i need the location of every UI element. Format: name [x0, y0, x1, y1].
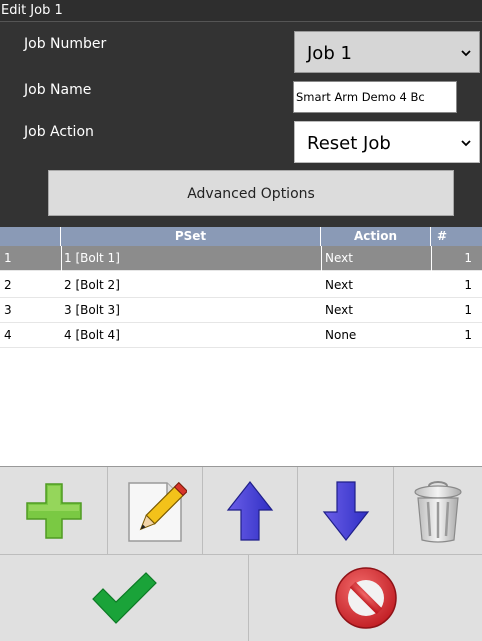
row-count: 1: [464, 303, 472, 317]
row-action: Next: [325, 251, 353, 265]
job-action-label: Job Action: [24, 124, 94, 140]
confirm-button[interactable]: [0, 555, 249, 641]
confirm-check-icon: [92, 572, 157, 624]
delete-button[interactable]: [394, 467, 482, 554]
row-count: 1: [464, 328, 472, 342]
row-action: None: [325, 328, 357, 342]
chevron-down-icon: [461, 140, 471, 147]
row-index: 1: [4, 251, 12, 265]
column-divider: [61, 246, 62, 271]
job-form: Job Number Job 1 Job Name Smart Arm Demo…: [0, 22, 482, 227]
cancel-button[interactable]: [249, 555, 482, 641]
row-index: 3: [4, 303, 12, 317]
edit-button[interactable]: [108, 467, 203, 554]
row-index: 2: [4, 278, 12, 292]
edit-toolbar: [0, 467, 482, 554]
column-header-index[interactable]: [0, 227, 61, 246]
add-button[interactable]: [0, 467, 108, 554]
table-row[interactable]: 4 4 [Bolt 4] None 1: [0, 323, 482, 348]
move-down-arrow-icon: [322, 480, 369, 541]
row-index: 4: [4, 328, 12, 342]
table-row[interactable]: 1 1 [Bolt 1] Next 1: [0, 246, 482, 271]
add-icon: [25, 482, 82, 539]
job-number-value: Job 1: [307, 43, 352, 64]
row-pset: 4 [Bolt 4]: [64, 328, 120, 342]
row-action: Next: [325, 278, 353, 292]
dialog-actions: [0, 554, 482, 641]
edit-pencil-icon: [128, 481, 187, 542]
job-number-label: Job Number: [24, 36, 107, 52]
column-header-action[interactable]: Action: [321, 227, 431, 246]
job-action-value: Reset Job: [307, 133, 391, 154]
table-header: PSet Action #: [0, 227, 482, 246]
row-pset: 1 [Bolt 1]: [64, 251, 120, 265]
job-name-input[interactable]: Smart Arm Demo 4 Bc: [293, 81, 457, 113]
job-number-select[interactable]: Job 1: [294, 31, 480, 73]
move-up-button[interactable]: [203, 467, 298, 554]
row-count: 1: [464, 278, 472, 292]
column-divider: [321, 246, 322, 271]
column-divider: [431, 246, 432, 271]
row-count: 1: [464, 251, 472, 265]
row-action: Next: [325, 303, 353, 317]
table-row[interactable]: 2 2 [Bolt 2] Next 1: [0, 273, 482, 298]
job-name-label: Job Name: [24, 82, 92, 98]
move-down-button[interactable]: [298, 467, 394, 554]
row-pset: 3 [Bolt 3]: [64, 303, 120, 317]
pset-table: PSet Action # 1 1 [Bolt 1] Next 1 2 2 [B…: [0, 227, 482, 467]
chevron-down-icon: [461, 50, 471, 57]
advanced-options-button[interactable]: Advanced Options: [48, 170, 454, 216]
column-header-count[interactable]: #: [431, 227, 482, 246]
trash-icon: [414, 480, 462, 543]
job-action-select[interactable]: Reset Job: [294, 121, 480, 163]
table-row[interactable]: 3 3 [Bolt 3] Next 1: [0, 298, 482, 323]
move-up-arrow-icon: [226, 480, 274, 541]
row-pset: 2 [Bolt 2]: [64, 278, 120, 292]
cancel-icon: [334, 567, 397, 629]
window-title: Edit Job 1: [0, 0, 482, 22]
column-header-pset[interactable]: PSet: [61, 227, 321, 246]
